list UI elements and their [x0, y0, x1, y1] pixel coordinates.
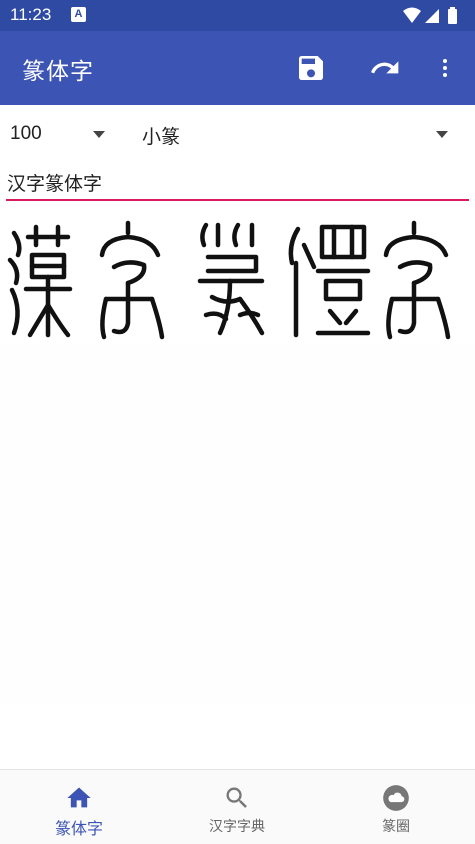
- battery-icon: [448, 7, 457, 24]
- home-icon: [67, 787, 91, 808]
- seal-glyph-1: [7, 224, 73, 338]
- bottom-navigation: 篆体字 汉字字典 篆圈: [0, 769, 475, 844]
- size-dropdown[interactable]: 100: [10, 119, 115, 149]
- size-value: 100: [10, 123, 42, 144]
- notification-badge: A: [71, 7, 86, 22]
- nav-item-dictionary[interactable]: 汉字字典: [158, 770, 316, 844]
- signal-icon: [425, 9, 439, 23]
- app-bar: 篆体字: [0, 31, 475, 105]
- app-title: 篆体字: [22, 59, 94, 85]
- seal-glyph-5: [383, 220, 451, 340]
- seal-script-preview: [7, 220, 451, 340]
- nav-item-community[interactable]: 篆圈: [317, 770, 475, 844]
- search-icon: [226, 787, 247, 808]
- undo-icon[interactable]: [368, 51, 402, 85]
- save-icon[interactable]: [294, 51, 328, 85]
- seal-glyph-4: [288, 224, 371, 338]
- status-icons: [403, 7, 457, 24]
- seal-glyph-2: [99, 220, 165, 340]
- chevron-down-icon: [436, 131, 448, 138]
- seal-glyph-3: [197, 222, 265, 336]
- font-style-dropdown[interactable]: 小篆: [142, 119, 460, 149]
- nav-label: 篆圈: [382, 819, 410, 835]
- wifi-icon: [403, 7, 421, 23]
- status-time: 11:23: [10, 5, 52, 24]
- controls-row: 100 小篆: [0, 105, 475, 165]
- text-input[interactable]: [6, 165, 469, 201]
- nav-item-seal-script[interactable]: 篆体字: [0, 770, 158, 844]
- chevron-down-icon: [93, 131, 105, 138]
- font-style-value: 小篆: [142, 126, 181, 148]
- cloud-icon: [383, 785, 409, 811]
- more-vert-icon[interactable]: [428, 51, 462, 85]
- nav-label: 篆体字: [54, 819, 103, 838]
- status-bar: 11:23 A: [0, 0, 475, 31]
- nav-label: 汉字字典: [209, 819, 265, 835]
- content-area: [0, 345, 475, 705]
